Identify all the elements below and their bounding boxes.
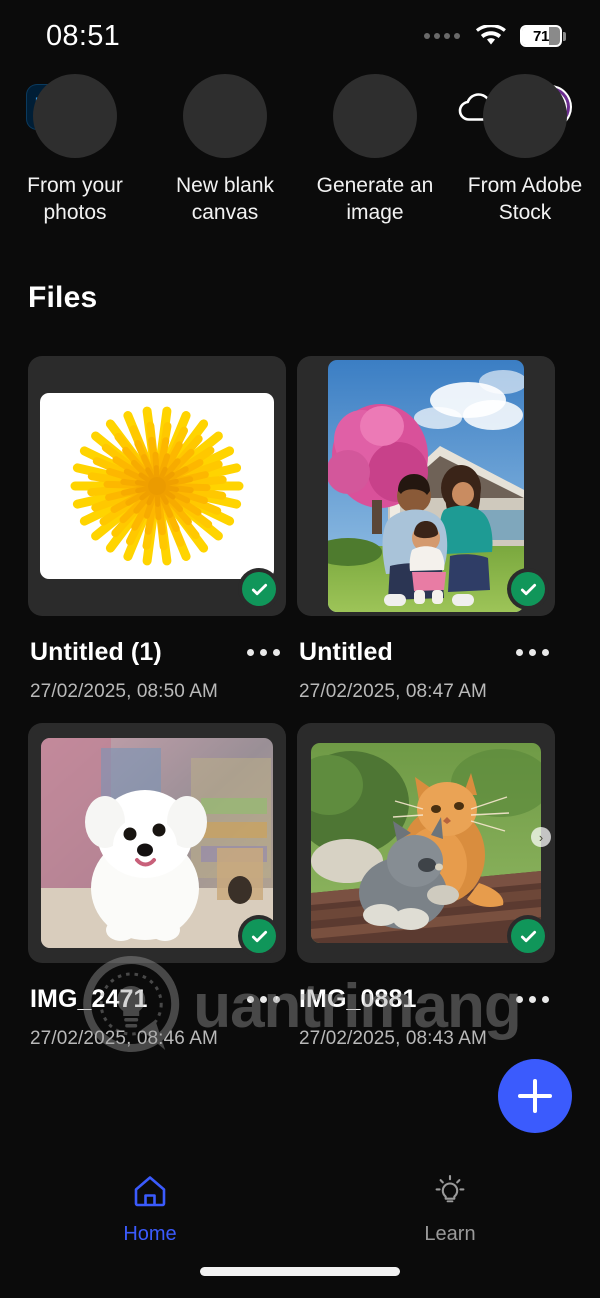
file-name: Untitled (1)	[30, 638, 162, 666]
create-new-button[interactable]	[498, 1059, 572, 1133]
file-card[interactable]: Untitled (1) 27/02/2025, 08:50 AM	[28, 356, 286, 703]
canvas-icon	[183, 74, 267, 158]
file-thumbnail[interactable]: ›	[297, 723, 555, 963]
home-indicator	[200, 1267, 400, 1276]
thumbnail-image-family	[328, 360, 524, 612]
thumbnail-image-flower	[40, 393, 274, 579]
file-thumbnail[interactable]	[28, 723, 286, 963]
file-thumbnail[interactable]	[28, 356, 286, 616]
files-grid: Untitled (1) 27/02/2025, 08:50 AM Untitl…	[0, 356, 600, 1050]
file-date: 27/02/2025, 08:47 AM	[299, 681, 487, 702]
nav-label-home: Home	[123, 1223, 177, 1245]
files-section-heading: Files	[28, 281, 98, 314]
battery-indicator: 71	[520, 25, 562, 47]
file-name: IMG_0881	[299, 985, 417, 1013]
file-name: Untitled	[299, 638, 393, 666]
more-options-icon[interactable]	[243, 643, 284, 662]
quick-action-generate-an-image[interactable]: Generate an image	[300, 74, 450, 226]
file-date: 27/02/2025, 08:50 AM	[30, 681, 218, 702]
lightbulb-icon	[432, 1174, 468, 1213]
sync-status-badge	[242, 919, 276, 953]
home-icon	[132, 1174, 168, 1213]
wifi-icon	[476, 25, 506, 47]
quick-action-from-adobe-stock[interactable]: From Adobe Stock	[450, 74, 600, 226]
status-bar-clock: 08:51	[46, 19, 121, 52]
sync-status-badge	[242, 572, 276, 606]
quick-actions-row: From your photos New blank canvas Genera…	[0, 74, 600, 246]
next-thumbnail-chevron-icon[interactable]: ›	[531, 827, 551, 847]
quick-action-label: From Adobe Stock	[467, 174, 583, 224]
sync-status-badge	[511, 919, 545, 953]
battery-percent-label: 71	[532, 27, 550, 45]
nav-item-learn[interactable]: Learn	[300, 1174, 600, 1246]
sync-status-badge	[511, 572, 545, 606]
quick-action-new-blank-canvas[interactable]: New blank canvas	[150, 74, 300, 226]
quick-action-label: Generate an image	[316, 174, 434, 224]
more-options-icon[interactable]	[512, 643, 553, 662]
bottom-navigation: Home Learn	[0, 1150, 600, 1298]
quick-action-from-your-photos[interactable]: From your photos	[0, 74, 150, 226]
file-card[interactable]: › IMG_0881 27/02/2025, 08:43 AM	[297, 723, 555, 1050]
file-name: IMG_2471	[30, 985, 148, 1013]
thumbnail-image-dog	[41, 738, 273, 948]
file-thumbnail[interactable]	[297, 356, 555, 616]
file-date: 27/02/2025, 08:46 AM	[30, 1028, 218, 1049]
photos-icon	[33, 74, 117, 158]
quick-action-label: From your photos	[27, 174, 123, 224]
nav-item-home[interactable]: Home	[0, 1174, 300, 1246]
file-date: 27/02/2025, 08:43 AM	[299, 1028, 487, 1049]
status-bar: 08:51 71	[0, 0, 600, 72]
generate-icon	[333, 74, 417, 158]
file-card[interactable]: IMG_2471 27/02/2025, 08:46 AM	[28, 723, 286, 1050]
stock-icon	[483, 74, 567, 158]
more-options-icon[interactable]	[512, 990, 553, 1009]
nav-label-learn: Learn	[424, 1223, 476, 1245]
file-card[interactable]: Untitled 27/02/2025, 08:47 AM	[297, 356, 555, 703]
app-screen: 08:51 71 Ps	[0, 0, 600, 1298]
thumbnail-image-cats	[311, 743, 541, 943]
more-options-icon[interactable]	[243, 990, 284, 1009]
signal-dots-icon	[424, 33, 460, 39]
quick-action-label: New blank canvas	[175, 174, 275, 224]
